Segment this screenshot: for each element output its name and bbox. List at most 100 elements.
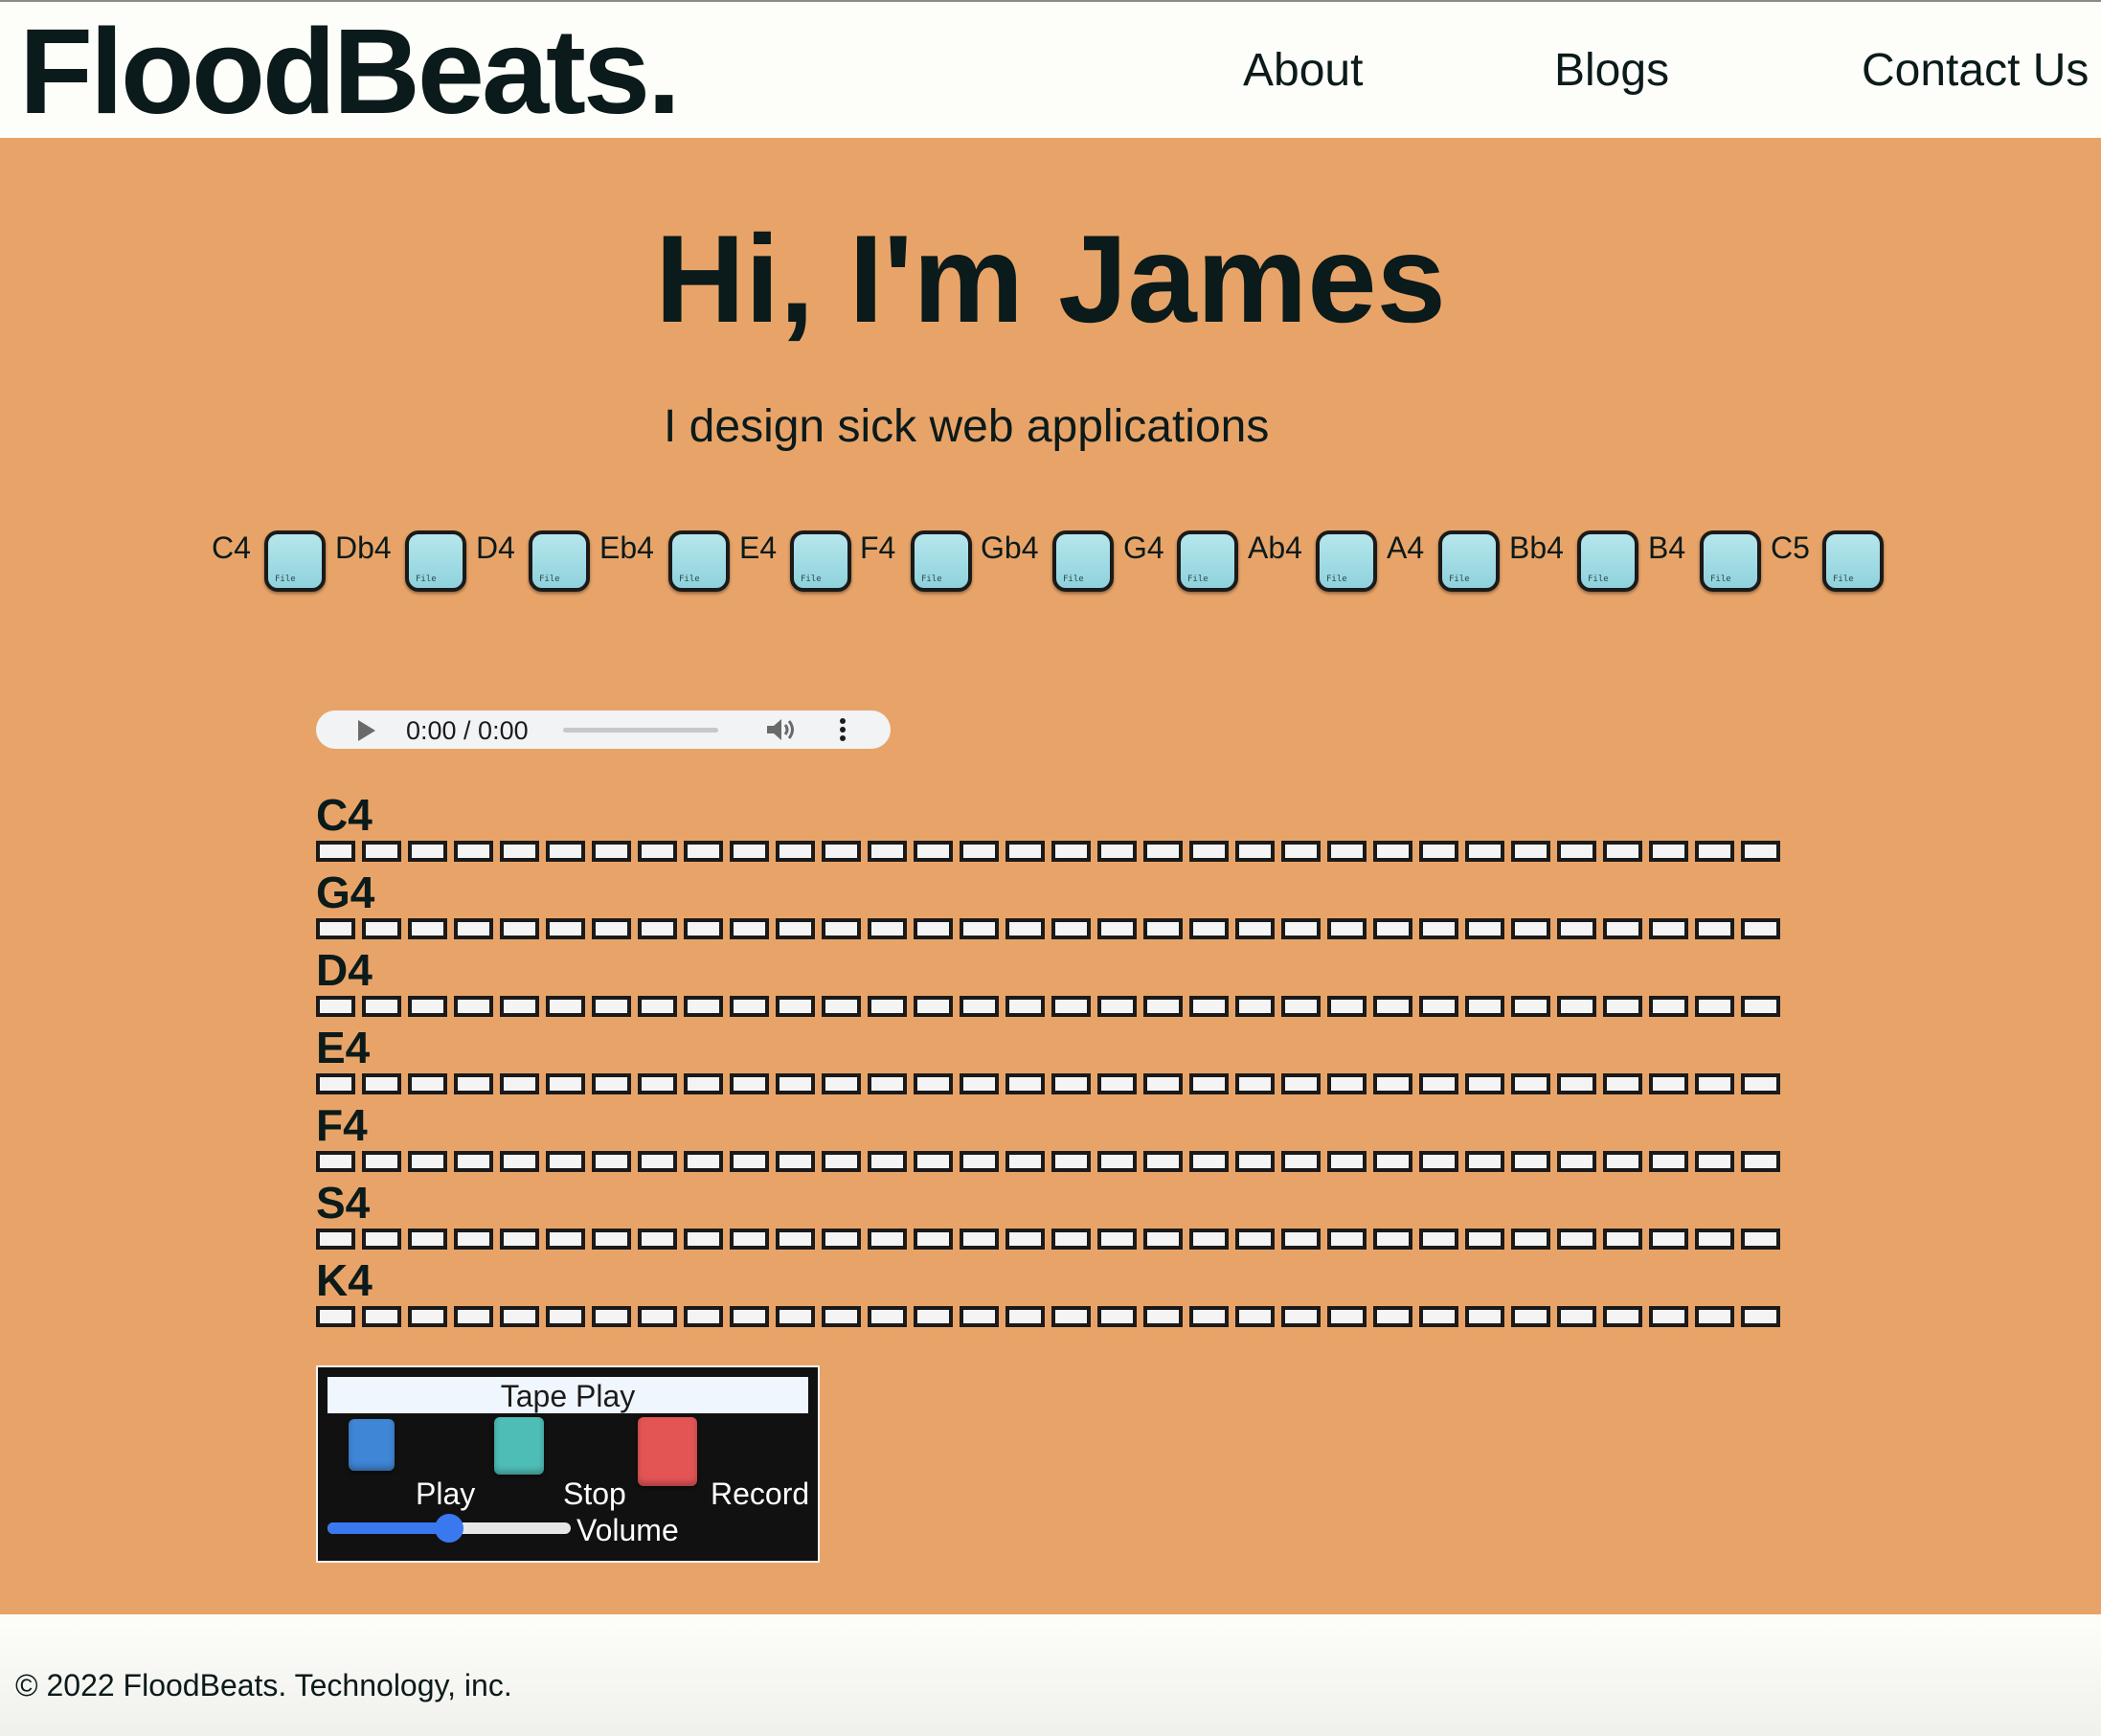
step-cell[interactable] [1373,1229,1412,1250]
step-cell[interactable] [776,996,815,1017]
step-cell[interactable] [1005,1151,1045,1172]
step-cell[interactable] [592,1306,631,1327]
step-cell[interactable] [1327,1073,1367,1094]
step-cell[interactable] [1327,841,1367,862]
play-icon[interactable] [358,720,375,741]
step-cell[interactable] [638,841,677,862]
step-cell[interactable] [638,918,677,939]
step-cell[interactable] [546,1306,585,1327]
step-cell[interactable] [1051,1306,1091,1327]
step-cell[interactable] [1051,996,1091,1017]
step-cell[interactable] [1465,996,1504,1017]
step-cell[interactable] [1465,918,1504,939]
step-cell[interactable] [1603,996,1642,1017]
step-cell[interactable] [914,1229,953,1250]
step-cell[interactable] [914,918,953,939]
step-cell[interactable] [1281,1306,1321,1327]
step-cell[interactable] [1097,918,1137,939]
step-cell[interactable] [454,996,493,1017]
step-cell[interactable] [1695,996,1734,1017]
step-cell[interactable] [684,1306,723,1327]
step-cell[interactable] [638,1306,677,1327]
step-cell[interactable] [1511,996,1550,1017]
step-cell[interactable] [1143,918,1183,939]
step-cell[interactable] [1649,1229,1688,1250]
step-cell[interactable] [500,1306,539,1327]
step-cell[interactable] [1695,1306,1734,1327]
key-button-db4[interactable]: File [405,530,466,592]
key-button-e4[interactable]: File [790,530,851,592]
step-cell[interactable] [776,841,815,862]
step-cell[interactable] [1649,996,1688,1017]
step-cell[interactable] [776,1229,815,1250]
step-cell[interactable] [1143,841,1183,862]
step-cell[interactable] [1603,1151,1642,1172]
key-button-f4[interactable]: File [911,530,972,592]
step-cell[interactable] [1051,1073,1091,1094]
step-cell[interactable] [822,1306,861,1327]
step-cell[interactable] [1741,1073,1780,1094]
volume-slider[interactable] [328,1514,571,1543]
step-cell[interactable] [1465,841,1504,862]
audio-progress-track[interactable] [563,728,718,733]
step-cell[interactable] [500,1229,539,1250]
step-cell[interactable] [1097,1151,1137,1172]
step-cell[interactable] [316,1306,355,1327]
step-cell[interactable] [1281,1229,1321,1250]
step-cell[interactable] [1235,1306,1275,1327]
step-cell[interactable] [868,1229,907,1250]
step-cell[interactable] [1189,918,1229,939]
step-cell[interactable] [638,996,677,1017]
step-cell[interactable] [454,1151,493,1172]
step-cell[interactable] [960,1151,999,1172]
step-cell[interactable] [592,841,631,862]
step-cell[interactable] [454,841,493,862]
step-cell[interactable] [1603,918,1642,939]
step-cell[interactable] [592,1229,631,1250]
step-cell[interactable] [1465,1306,1504,1327]
step-cell[interactable] [1557,996,1596,1017]
step-cell[interactable] [362,1151,401,1172]
key-button-g4[interactable]: File [1177,530,1238,592]
step-cell[interactable] [730,1151,769,1172]
key-button-gb4[interactable]: File [1052,530,1114,592]
step-cell[interactable] [1603,1306,1642,1327]
step-cell[interactable] [1097,1229,1137,1250]
step-cell[interactable] [1005,996,1045,1017]
step-cell[interactable] [1557,1073,1596,1094]
step-cell[interactable] [1143,1073,1183,1094]
step-cell[interactable] [592,918,631,939]
nav-about[interactable]: About [1243,44,1363,98]
key-button-b4[interactable]: File [1700,530,1761,592]
step-cell[interactable] [1557,1306,1596,1327]
step-cell[interactable] [868,996,907,1017]
step-cell[interactable] [1695,1229,1734,1250]
step-cell[interactable] [914,1151,953,1172]
step-cell[interactable] [684,918,723,939]
step-cell[interactable] [1235,1229,1275,1250]
step-cell[interactable] [960,841,999,862]
step-cell[interactable] [408,1151,447,1172]
step-cell[interactable] [1143,1306,1183,1327]
step-cell[interactable] [960,1306,999,1327]
step-cell[interactable] [868,1151,907,1172]
volume-icon[interactable] [764,716,799,743]
step-cell[interactable] [1373,1306,1412,1327]
step-cell[interactable] [500,996,539,1017]
step-cell[interactable] [362,1073,401,1094]
step-cell[interactable] [1419,1229,1458,1250]
step-cell[interactable] [1235,841,1275,862]
step-cell[interactable] [1511,918,1550,939]
step-cell[interactable] [868,918,907,939]
step-cell[interactable] [1741,918,1780,939]
key-button-c5[interactable]: File [1822,530,1884,592]
step-cell[interactable] [454,1073,493,1094]
step-cell[interactable] [684,1229,723,1250]
step-cell[interactable] [776,918,815,939]
step-cell[interactable] [914,1073,953,1094]
step-cell[interactable] [1097,841,1137,862]
step-cell[interactable] [1511,1229,1550,1250]
step-cell[interactable] [408,841,447,862]
step-cell[interactable] [454,1306,493,1327]
step-cell[interactable] [1005,1073,1045,1094]
